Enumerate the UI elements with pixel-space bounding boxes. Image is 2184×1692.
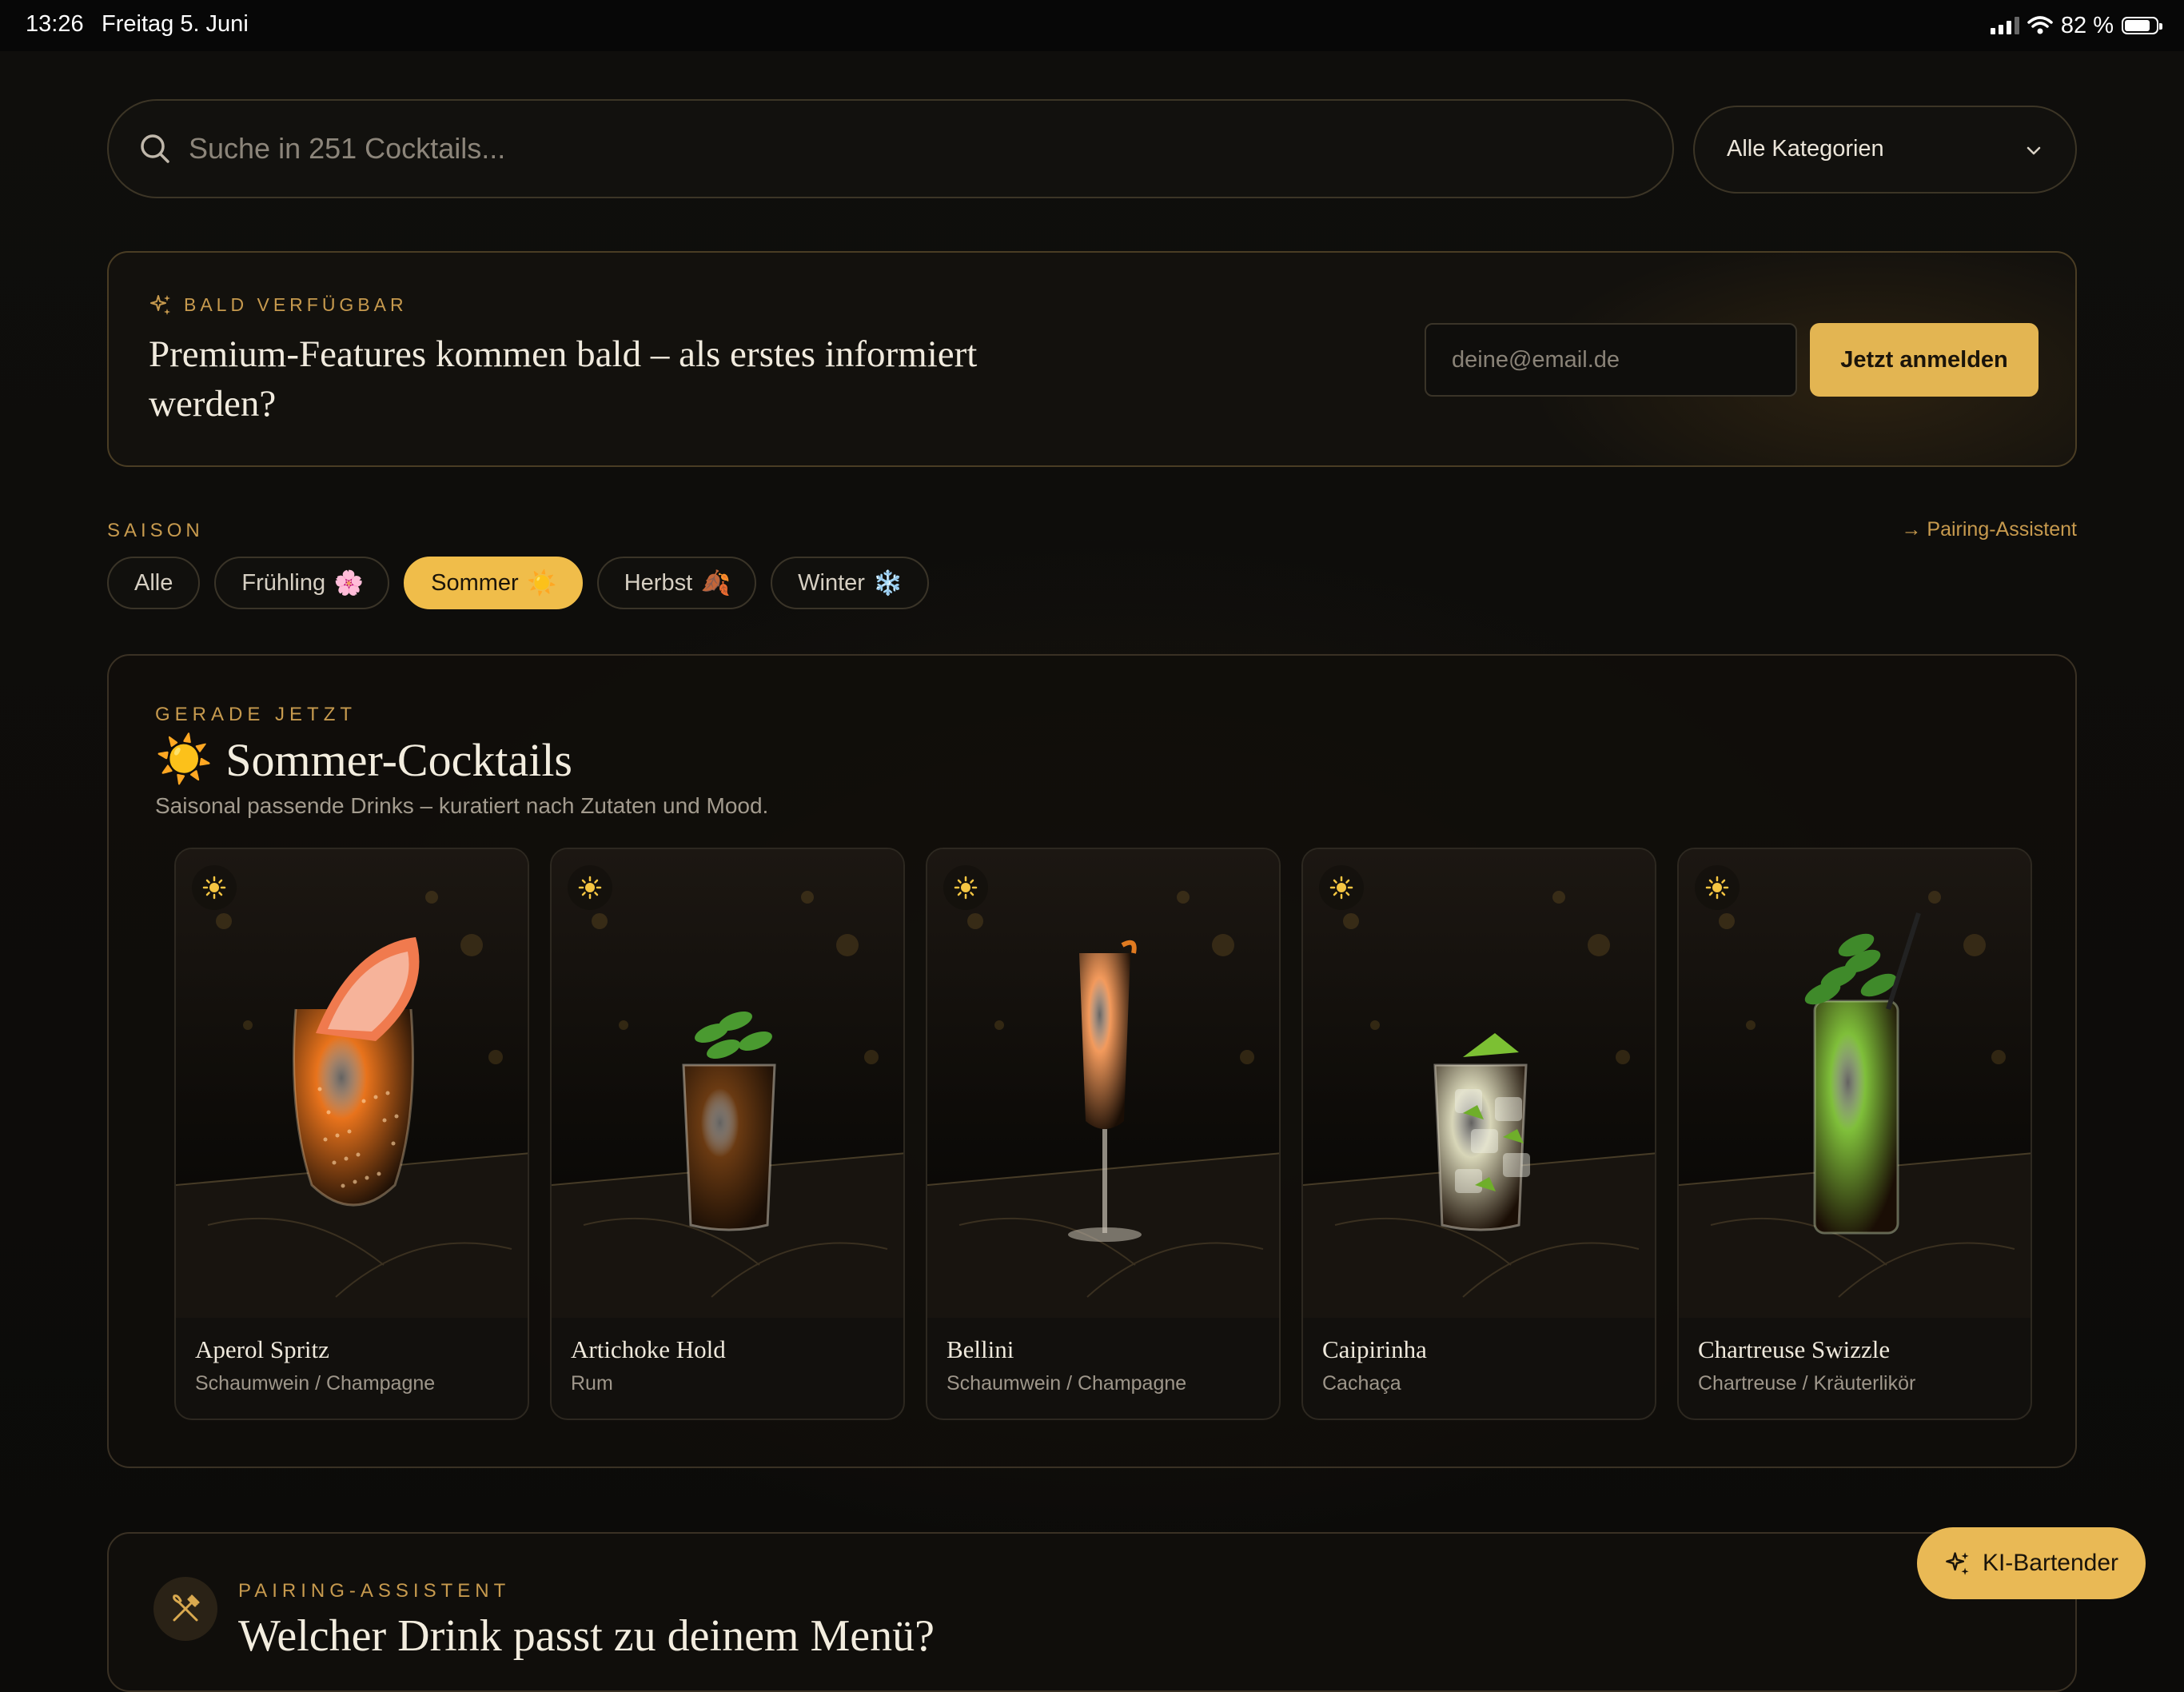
status-date: Freitag 5. Juni <box>102 11 249 37</box>
season-chip-herbst[interactable]: Herbst 🍂 <box>596 557 757 609</box>
chip-label: Alle <box>134 569 173 596</box>
premium-banner: BALD VERFÜGBAR Premium-Features kommen b… <box>107 251 2077 467</box>
cocktail-name: Caipirinha <box>1322 1335 1427 1363</box>
wifi-icon <box>2027 16 2053 34</box>
cocktail-name: Aperol Spritz <box>195 1335 329 1363</box>
cocktail-card[interactable]: Aperol Spritz Schaumwein / Champagne <box>174 848 529 1420</box>
cocktail-category: Chartreuse / Kräuterlikör <box>1698 1372 1916 1395</box>
cocktail-card[interactable]: Artichoke Hold Rum <box>550 848 905 1420</box>
cocktail-name: Artichoke Hold <box>571 1335 726 1363</box>
chip-label: Sommer <box>431 569 519 596</box>
sun-icon: ☀️ <box>527 569 557 597</box>
search-input[interactable] <box>187 102 1640 195</box>
sun-badge-icon <box>1319 865 1364 910</box>
cocktail-category: Rum <box>571 1372 613 1395</box>
panel-eyebrow: GERADE JETZT <box>155 704 357 725</box>
sparkles-icon <box>1946 1552 1969 1575</box>
snowflake-icon: ❄️ <box>873 569 903 597</box>
panel-title: ☀️ Sommer-Cocktails <box>155 732 572 787</box>
pairing-section: PAIRING-ASSISTENT Welcher Drink passt zu… <box>107 1532 2077 1692</box>
banner-title: Premium-Features kommen bald – als erste… <box>149 333 978 425</box>
cocktail-category: Cachaça <box>1322 1372 1401 1395</box>
cocktail-category: Schaumwein / Champagne <box>195 1372 436 1395</box>
battery-percent: 82 % <box>2060 12 2114 38</box>
chip-label: Herbst <box>624 569 693 596</box>
season-chips: Alle Frühling 🌸 Sommer ☀️ Herbst 🍂 Winter ❄️ <box>107 557 929 609</box>
cocktail-photo <box>927 849 1279 1318</box>
pairing-eyebrow: PAIRING-ASSISTENT <box>238 1580 511 1602</box>
cocktail-photo <box>176 849 528 1318</box>
cocktail-photo <box>1679 849 2031 1318</box>
cocktail-category: Schaumwein / Champagne <box>947 1372 1187 1395</box>
panel-subtitle: Saisonal passende Drinks – kuratiert nac… <box>155 793 769 818</box>
ai-bartender-label: KI-Bartender <box>1982 1550 2119 1576</box>
sparkles-icon <box>150 295 170 315</box>
season-chip-fruehling[interactable]: Frühling 🌸 <box>214 557 390 609</box>
season-chip-alle[interactable]: Alle <box>107 557 201 609</box>
category-select[interactable]: Alle Kategorien <box>1693 106 2077 194</box>
signup-button[interactable]: Jetzt anmelden <box>1810 323 2039 397</box>
status-indicators: 82 % <box>1990 10 2162 42</box>
battery-icon <box>2122 17 2162 34</box>
pairing-assistant-link[interactable]: → Pairing-Assistent <box>1901 518 2077 541</box>
cocktail-name: Bellini <box>947 1335 1014 1363</box>
pairing-title: Welcher Drink passt zu deinem Menü? <box>238 1611 935 1661</box>
panel-title-text: Sommer-Cocktails <box>225 733 573 786</box>
cutlery-icon <box>153 1577 217 1641</box>
season-chip-winter[interactable]: Winter ❄️ <box>771 557 929 609</box>
sun-badge-icon <box>192 865 237 910</box>
cocktail-photo <box>1303 849 1655 1318</box>
cocktail-name: Chartreuse Swizzle <box>1698 1335 1891 1363</box>
banner-eyebrow: BALD VERFÜGBAR <box>149 293 408 317</box>
blossom-icon: 🌸 <box>333 569 364 597</box>
banner-eyebrow-text: BALD VERFÜGBAR <box>184 293 408 315</box>
status-time: 13:26 <box>26 11 84 37</box>
cocktail-cards: Aperol Spritz Schaumwein / Champagne Art… <box>174 848 2032 1420</box>
category-select-value: Alle Kategorien <box>1727 136 1884 162</box>
chip-label: Winter <box>798 569 865 596</box>
sun-badge-icon <box>568 865 612 910</box>
search-icon <box>141 134 169 163</box>
season-chip-sommer[interactable]: Sommer ☀️ <box>404 557 583 609</box>
cocktail-photo <box>552 849 903 1318</box>
chip-label: Frühling <box>241 569 326 596</box>
cellular-signal-icon <box>1990 17 2019 34</box>
seasonal-cocktails-panel: GERADE JETZT ☀️ Sommer-Cocktails Saisona… <box>107 654 2077 1468</box>
cocktail-card[interactable]: Bellini Schaumwein / Champagne <box>926 848 1281 1420</box>
chevron-down-icon <box>2027 146 2041 155</box>
search-bar[interactable] <box>107 99 1674 198</box>
ai-bartender-button[interactable]: KI-Bartender <box>1917 1527 2146 1599</box>
status-bar: 13:26 Freitag 5. Juni 82 % <box>0 0 2184 51</box>
email-field[interactable] <box>1425 323 1797 397</box>
sun-badge-icon <box>943 865 988 910</box>
season-label: SAISON <box>107 520 204 541</box>
cocktail-card[interactable]: Chartreuse Swizzle Chartreuse / Kräuterl… <box>1677 848 2032 1420</box>
cocktail-card[interactable]: Caipirinha Cachaça <box>1301 848 1656 1420</box>
fallen-leaf-icon: 🍂 <box>700 569 731 597</box>
sun-badge-icon <box>1695 865 1740 910</box>
sun-icon: ☀️ <box>155 733 213 785</box>
